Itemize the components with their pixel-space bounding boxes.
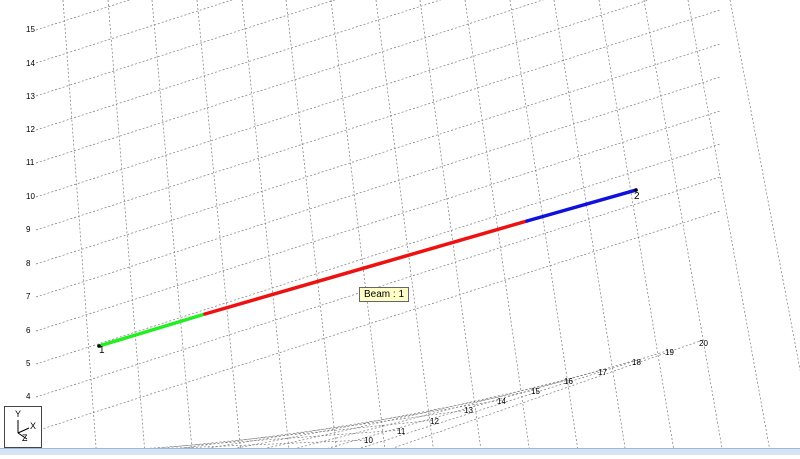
y-tick-label: 13	[26, 92, 35, 101]
grid-vertical-line	[419, 0, 482, 455]
y-tick-label: 11	[26, 158, 35, 167]
grid-floor-line	[375, 339, 704, 455]
y-tick-label: 4	[26, 392, 31, 401]
grid-lines	[35, 0, 800, 455]
z-tick-label: 17	[598, 368, 607, 377]
z-tick-label: 10	[364, 436, 373, 445]
z-tick-label: 16	[564, 377, 573, 386]
z-tick-label: 12	[430, 417, 439, 426]
y-tick-label: 15	[26, 25, 35, 34]
node-2-label: 2	[634, 191, 640, 202]
grid-vertical-line	[598, 0, 675, 455]
axis-x-label: X	[30, 421, 37, 431]
grid-slanted-line	[35, 143, 721, 365]
grid-slanted-line	[35, 0, 544, 164]
grid-vertical-line	[729, 0, 800, 372]
grid-vertical-line	[285, 0, 338, 455]
grid-slanted-line	[35, 0, 131, 31]
grid-vertical-line	[687, 0, 771, 455]
grid-slanted-line	[35, 43, 721, 265]
axis-z-label: Z	[22, 433, 28, 443]
structure-viewport[interactable]: 15 14 13 12 11 10 9 8 7 6 5 4 10 11 12 13 14 15 16 17 18 19 20…	[0, 0, 800, 455]
y-tick-label: 9	[26, 225, 31, 234]
grid-vertical-line	[107, 0, 146, 455]
grid-vertical-line	[151, 0, 193, 455]
beam-segment-end	[525, 188, 638, 223]
z-tick-label: 15	[531, 387, 540, 396]
grid-vertical-line	[643, 0, 724, 455]
y-tick-label: 8	[26, 259, 31, 268]
y-tick-label: 7	[26, 292, 31, 301]
z-tick-label: 13	[464, 406, 473, 415]
grid-slanted-line	[35, 210, 721, 432]
axis-triad-icon: Y X Z	[4, 406, 42, 448]
grid-slanted-line	[35, 0, 234, 64]
grid-vertical-line	[196, 0, 242, 455]
y-tick-label: 14	[26, 59, 35, 68]
axis-y-label: Y	[15, 409, 22, 419]
z-tick-label: 11	[397, 427, 406, 436]
z-tick-label: 19	[665, 348, 674, 357]
grid-vertical-line	[241, 0, 290, 455]
beam-tooltip: Beam : 1	[359, 287, 410, 302]
z-tick-label: 18	[632, 358, 641, 367]
y-tick-label: 12	[26, 125, 35, 134]
grid-vertical-line	[375, 0, 435, 455]
beam-segment-start	[97, 312, 207, 348]
y-tick-label: 10	[26, 192, 35, 201]
grid-vertical-line	[330, 0, 386, 455]
grid-floor-line	[273, 369, 603, 455]
grid-slanted-line	[35, 0, 336, 97]
grid-slanted-line	[35, 0, 650, 198]
z-tick-label: 14	[497, 397, 506, 406]
viewport-canvas: 1514131211109876541011121314151617181920…	[26, 0, 800, 455]
tick-labels: 1514131211109876541011121314151617181920	[26, 25, 708, 445]
node-1-label: 1	[99, 345, 105, 356]
grid-vertical-line	[62, 0, 97, 455]
beam-1[interactable]	[97, 188, 638, 348]
y-tick-label: 6	[26, 326, 31, 335]
z-tick-label: 20	[699, 339, 708, 348]
y-tick-label: 5	[26, 359, 31, 368]
